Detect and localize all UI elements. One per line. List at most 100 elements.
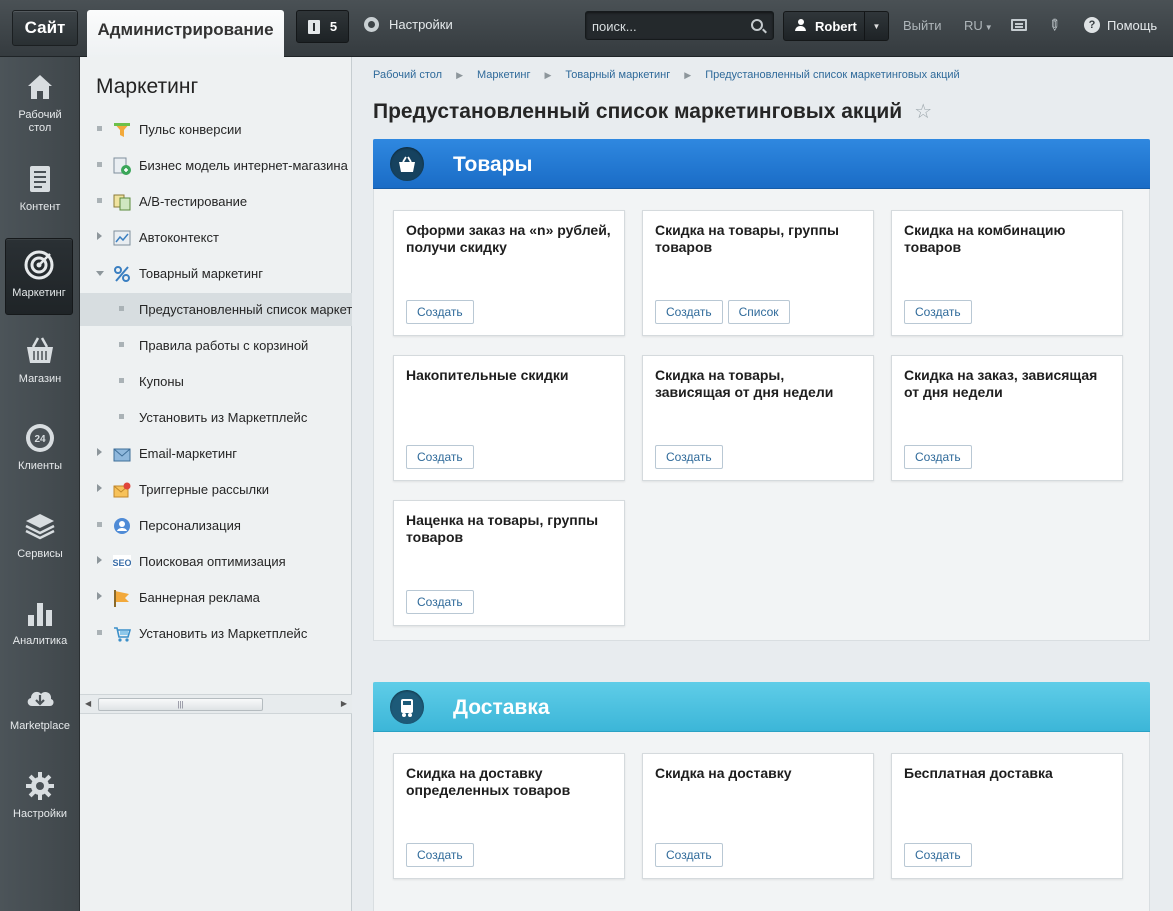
create-button[interactable]: Создать bbox=[904, 445, 972, 469]
target-icon bbox=[23, 249, 55, 281]
menu-item-trigger-mailings[interactable]: Триггерные рассылки bbox=[80, 473, 352, 506]
help-label: Помощь bbox=[1107, 17, 1158, 33]
language-switcher[interactable]: RU ▼ bbox=[964, 18, 993, 33]
menu-item-cart-rules[interactable]: Правила работы с корзиной bbox=[80, 329, 352, 362]
scroll-left-icon[interactable]: ◀ bbox=[85, 699, 91, 708]
rail-item-analytics[interactable]: Аналитика bbox=[0, 597, 80, 648]
search-input[interactable] bbox=[592, 16, 742, 36]
rail-label: Магазин bbox=[18, 373, 62, 385]
ab-test-icon bbox=[113, 193, 131, 211]
menu-item-ab-testing[interactable]: A/B-тестирование bbox=[80, 185, 352, 218]
svg-text:SEO: SEO bbox=[113, 558, 131, 568]
user-icon bbox=[795, 19, 806, 31]
menu-item-product-marketing[interactable]: Товарный маркетинг bbox=[80, 257, 352, 290]
create-button[interactable]: Создать bbox=[655, 445, 723, 469]
user-menu[interactable]: Robert ▼ bbox=[783, 11, 889, 41]
document-icon bbox=[24, 163, 56, 195]
cloud-download-icon bbox=[24, 682, 56, 714]
menu-item-personalization[interactable]: Персонализация bbox=[80, 509, 352, 542]
menu-item-install-marketplace[interactable]: Установить из Маркетплейс bbox=[80, 617, 352, 650]
rail-item-clients[interactable]: 24 Клиенты bbox=[0, 422, 80, 473]
chevron-right-icon[interactable] bbox=[97, 556, 102, 564]
promo-card: Скидка на товары, группы товаров Создать… bbox=[642, 210, 874, 336]
menu-item-label: Email-маркетинг bbox=[139, 446, 238, 461]
bullet bbox=[97, 126, 102, 131]
chevron-right-icon[interactable] bbox=[97, 232, 102, 240]
menu-item-autocontext[interactable]: Автоконтекст bbox=[80, 221, 352, 254]
section-menu: Маркетинг Пульс конверсии Бизнес модель … bbox=[80, 57, 352, 911]
help-link[interactable]: ? Помощь bbox=[1084, 17, 1157, 33]
section-title: Товары bbox=[453, 153, 533, 176]
menu-item-label: Автоконтекст bbox=[139, 230, 219, 245]
percent-icon bbox=[113, 265, 131, 283]
horizontal-scrollbar[interactable]: ◀ ||| ▶ bbox=[80, 694, 352, 714]
create-button[interactable]: Создать bbox=[655, 843, 723, 867]
search-icon[interactable] bbox=[751, 19, 763, 31]
breadcrumb-item[interactable]: Предустановленный список маркетинговых а… bbox=[705, 69, 959, 81]
rail-item-marketplace[interactable]: Marketplace bbox=[0, 682, 80, 733]
breadcrumb-item[interactable]: Товарный маркетинг bbox=[565, 69, 670, 81]
scroll-right-icon[interactable]: ▶ bbox=[341, 699, 347, 708]
pin-icon[interactable]: ✎ bbox=[1043, 14, 1065, 36]
rail-label: Клиенты bbox=[17, 460, 63, 472]
create-button[interactable]: Создать bbox=[406, 590, 474, 614]
chevron-right-icon[interactable] bbox=[97, 592, 102, 600]
rail-label: Рабочий стол bbox=[18, 109, 62, 134]
main-content: Рабочий стол ▶ Маркетинг ▶ Товарный марк… bbox=[353, 57, 1173, 911]
list-button[interactable]: Список bbox=[727, 300, 790, 324]
keyboard-icon[interactable] bbox=[1011, 19, 1027, 31]
promo-card: Наценка на товары, группы товаров Создат… bbox=[393, 500, 625, 626]
notifications-count: 5 bbox=[329, 19, 338, 34]
settings-link[interactable]: Настройки bbox=[364, 17, 453, 32]
create-button[interactable]: Создать bbox=[655, 300, 723, 324]
rail-item-marketing[interactable]: Маркетинг bbox=[5, 238, 73, 315]
breadcrumb-item[interactable]: Маркетинг bbox=[477, 69, 530, 81]
site-button[interactable]: Сайт bbox=[12, 10, 78, 46]
truck-icon bbox=[390, 690, 424, 724]
menu-item-preset-list[interactable]: Предустановленный список маркет bbox=[80, 293, 352, 326]
promo-card: Скидка на комбинацию товаров Создать bbox=[891, 210, 1123, 336]
menu-item-label: Купоны bbox=[139, 374, 184, 389]
menu-item-banner-ads[interactable]: Баннерная реклама bbox=[80, 581, 352, 614]
menu-item-label: Установить из Маркетплейс bbox=[139, 626, 308, 641]
funnel-icon bbox=[113, 121, 131, 139]
home-icon bbox=[24, 71, 56, 103]
menu-item-seo[interactable]: SEO Поисковая оптимизация bbox=[80, 545, 352, 578]
rail-item-desktop[interactable]: Рабочий стол bbox=[0, 71, 80, 135]
create-button[interactable]: Создать bbox=[406, 843, 474, 867]
logout-link[interactable]: Выйти bbox=[903, 18, 942, 33]
menu-item-conversion-pulse[interactable]: Пульс конверсии bbox=[80, 113, 352, 146]
star-icon[interactable]: ☆ bbox=[914, 99, 932, 124]
create-button[interactable]: Создать bbox=[406, 445, 474, 469]
menu-item-coupons[interactable]: Купоны bbox=[80, 365, 352, 398]
menu-item-install-marketplace-sub[interactable]: Установить из Маркетплейс bbox=[80, 401, 352, 434]
breadcrumb: Рабочий стол ▶ Маркетинг ▶ Товарный марк… bbox=[373, 69, 960, 81]
admin-tab[interactable]: Администрирование bbox=[87, 10, 284, 57]
card-title: Накопительные скидки bbox=[406, 367, 569, 383]
rail-item-services[interactable]: Сервисы bbox=[0, 510, 80, 561]
layers-icon bbox=[24, 510, 56, 542]
menu-item-label: A/B-тестирование bbox=[139, 194, 248, 209]
menu-item-email-marketing[interactable]: Email-маркетинг bbox=[80, 437, 352, 470]
notifications-button[interactable]: 5 bbox=[296, 10, 349, 43]
gear-icon bbox=[24, 770, 56, 802]
create-button[interactable]: Создать bbox=[406, 300, 474, 324]
rail-item-shop[interactable]: Магазин bbox=[0, 335, 80, 386]
bar-chart-icon bbox=[24, 597, 56, 629]
chevron-down-icon[interactable]: ▼ bbox=[864, 12, 888, 40]
rail-item-settings[interactable]: Настройки bbox=[0, 770, 80, 821]
top-bar: Сайт Администрирование 5 Настройки Rober… bbox=[0, 0, 1173, 57]
scrollbar-thumb[interactable]: ||| bbox=[98, 698, 263, 711]
menu-item-business-model[interactable]: Бизнес модель интернет-магазина bbox=[80, 149, 352, 182]
chevron-right-icon[interactable] bbox=[97, 484, 102, 492]
bullet bbox=[97, 522, 102, 527]
breadcrumb-item[interactable]: Рабочий стол bbox=[373, 69, 442, 81]
create-button[interactable]: Создать bbox=[904, 843, 972, 867]
seo-icon: SEO bbox=[112, 553, 132, 571]
rail-item-content[interactable]: Контент bbox=[0, 163, 80, 214]
menu-item-label: Персонализация bbox=[139, 518, 241, 533]
business-model-icon bbox=[113, 157, 131, 175]
chevron-down-icon[interactable] bbox=[96, 271, 104, 276]
chevron-right-icon[interactable] bbox=[97, 448, 102, 456]
create-button[interactable]: Создать bbox=[904, 300, 972, 324]
